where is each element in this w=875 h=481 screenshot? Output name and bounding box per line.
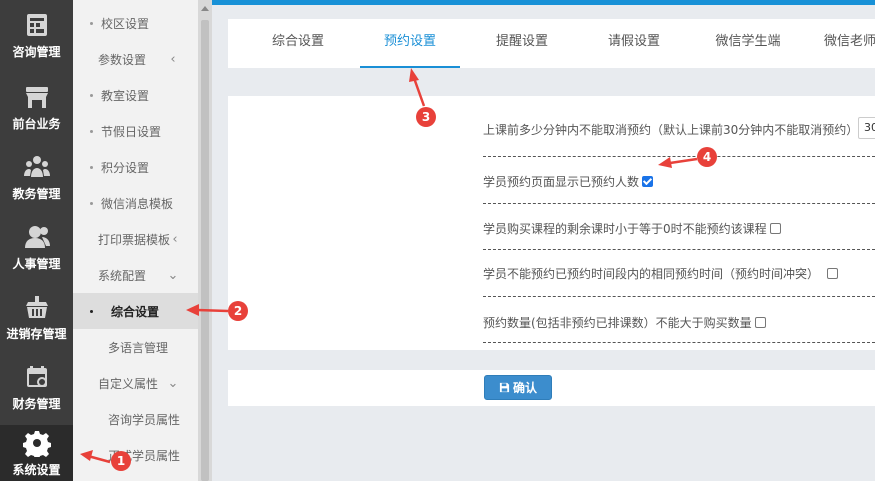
rail-item-inventory[interactable]: 进销存管理: [0, 282, 73, 352]
setting-row-booking-limit: 预约数量(包括非预约已排课数）不能大于购买数量: [483, 314, 875, 331]
scroll-up-icon[interactable]: [201, 6, 209, 11]
setting-row-time-conflict: 学员不能预约已预约时间段内的相同预约时间（预约时间冲突）: [483, 265, 875, 282]
chevron-left-icon: ‹: [170, 51, 176, 67]
chevron-left-icon: ‹: [172, 231, 178, 247]
consult-icon: [26, 13, 47, 36]
subnav-item-print-template[interactable]: 打印票据模板 ‹: [73, 221, 198, 257]
form-footer: 确认: [228, 370, 875, 406]
person-icon: [24, 225, 50, 248]
subnav-item-params[interactable]: 参数设置 ‹: [73, 41, 198, 77]
subnav-item-general-settings[interactable]: 综合设置: [73, 293, 198, 329]
calendar-icon: [26, 365, 47, 387]
rail-item-hr[interactable]: 人事管理: [0, 212, 73, 282]
rail-label: 进销存管理: [6, 326, 67, 341]
sub-nav-scrollbar[interactable]: [198, 0, 212, 481]
setting-label: 上课前多少分钟内不能取消预约（默认上课前30分钟内不能取消预约）: [483, 123, 859, 137]
bullet-icon: [90, 201, 93, 205]
rail-label: 教务管理: [12, 186, 61, 201]
setting-label: 学员不能预约已预约时间段内的相同预约时间（预约时间冲突）: [483, 267, 820, 281]
save-icon: [499, 382, 510, 393]
setting-row-cancel-limit: 上课前多少分钟内不能取消预约（默认上课前30分钟内不能取消预约）: [483, 121, 875, 138]
setting-row-remaining-hours: 学员购买课程的剩余课时小于等于0时不能预约该课程: [483, 220, 875, 237]
subnav-item-wechat-template[interactable]: 微信消息模板: [73, 185, 198, 221]
subnav-item-custom-attrs[interactable]: 自定义属性 ⌄: [73, 365, 198, 401]
rail-item-finance[interactable]: 财务管理: [0, 352, 73, 422]
booking-settings-panel: 上课前多少分钟内不能取消预约（默认上课前30分钟内不能取消预约） 30 学员预约…: [228, 96, 875, 350]
annotation-marker-3: 3: [416, 107, 436, 127]
group-icon: [23, 155, 50, 177]
subnav-item-holiday[interactable]: 节假日设置: [73, 113, 198, 149]
setting-row-show-count: 学员预约页面显示已预约人数: [483, 173, 875, 190]
scroll-thumb[interactable]: [201, 20, 209, 481]
subnav-item-campus[interactable]: 校区设置: [73, 5, 198, 41]
bullet-icon: [90, 309, 93, 313]
divider: [483, 296, 875, 297]
divider: [483, 203, 875, 204]
bullet-icon: [90, 165, 93, 169]
setting-label: 学员预约页面显示已预约人数: [483, 175, 640, 189]
tab-reminder[interactable]: 提醒设置: [472, 19, 572, 68]
tab-leave[interactable]: 请假设置: [584, 19, 684, 68]
rail-item-academic[interactable]: 教务管理: [0, 142, 73, 212]
confirm-label: 确认: [512, 381, 537, 395]
chevron-down-icon: ⌄: [167, 375, 179, 391]
subnav-item-consult-attrs[interactable]: 咨询学员属性: [73, 401, 198, 437]
divider: [483, 342, 875, 343]
subnav-item-language[interactable]: 多语言管理: [73, 329, 198, 365]
subnav-item-student-attrs[interactable]: 正式学员属性: [73, 437, 198, 473]
store-icon: [25, 86, 48, 108]
subnav-item-system-config[interactable]: 系统配置 ⌄: [73, 257, 198, 293]
setting-label: 预约数量(包括非预约已排课数）不能大于购买数量: [483, 316, 752, 330]
rail-item-frontdesk[interactable]: 前台业务: [0, 72, 73, 142]
subnav-item-points[interactable]: 积分设置: [73, 149, 198, 185]
remaining-hours-checkbox[interactable]: [769, 223, 781, 234]
bullet-icon: [90, 93, 93, 97]
divider: [483, 249, 875, 250]
rail-label: 咨询管理: [12, 44, 61, 59]
rail-label: 系统设置: [12, 462, 61, 477]
sub-nav: 校区设置 参数设置 ‹ 教室设置 节假日设置 积分设置 微信消息模板 打印票据模板…: [73, 0, 198, 481]
cancel-minutes-input[interactable]: 30: [858, 117, 875, 139]
confirm-button[interactable]: 确认: [484, 375, 552, 400]
tab-booking[interactable]: 预约设置: [360, 19, 460, 68]
show-count-checkbox[interactable]: [642, 176, 654, 187]
rail-label: 财务管理: [12, 396, 61, 411]
settings-tabs: 综合设置 预约设置 提醒设置 请假设置 微信学生端 微信老师: [228, 19, 875, 68]
gear-icon: [22, 430, 51, 457]
time-conflict-checkbox[interactable]: [827, 268, 839, 279]
tab-wechat-teacher[interactable]: 微信老师: [812, 19, 875, 68]
booking-limit-checkbox[interactable]: [754, 317, 766, 328]
annotation-marker-1: 1: [111, 451, 131, 471]
setting-label: 学员购买课程的剩余课时小于等于0时不能预约该课程: [483, 222, 767, 236]
chevron-down-icon: ⌄: [167, 267, 179, 283]
rail-item-system-settings[interactable]: 系统设置: [0, 425, 73, 481]
rail-label: 前台业务: [12, 116, 61, 131]
rail-item-consult[interactable]: 咨询管理: [0, 0, 73, 70]
main-nav-rail: 咨询管理 前台业务 教务管理 人事管理 进销存管理 财务管理 系统设置: [0, 0, 73, 481]
subnav-item-classroom[interactable]: 教室设置: [73, 77, 198, 113]
annotation-marker-2: 2: [228, 301, 248, 321]
basket-icon: [25, 295, 48, 318]
annotation-marker-4: 4: [697, 147, 717, 167]
tab-wechat-student[interactable]: 微信学生端: [696, 19, 800, 68]
rail-label: 人事管理: [12, 256, 61, 271]
bullet-icon: [90, 129, 93, 133]
top-accent-bar: [212, 0, 875, 5]
divider: [483, 156, 875, 157]
bullet-icon: [90, 21, 93, 25]
tab-general[interactable]: 综合设置: [248, 19, 348, 68]
